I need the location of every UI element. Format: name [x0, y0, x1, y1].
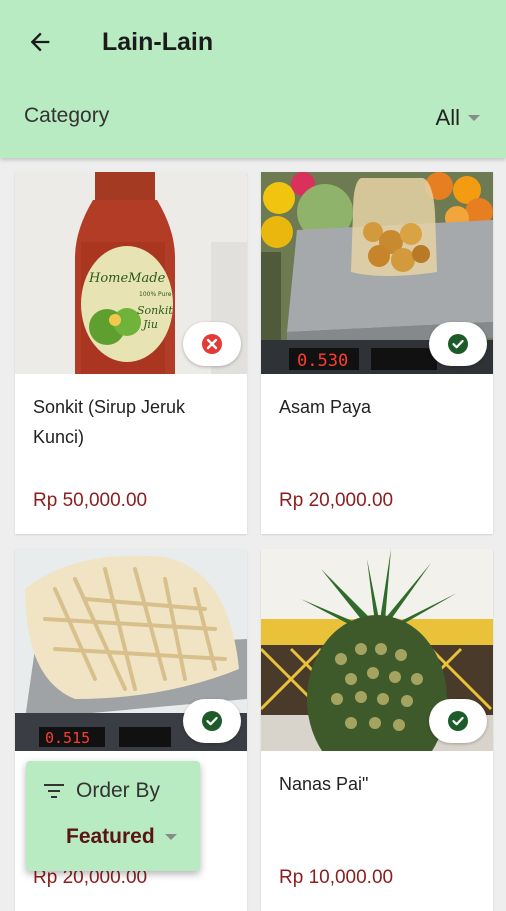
product-name: Nanas Pai" [279, 774, 369, 794]
product-price: Rp 20,000.00 [279, 490, 394, 511]
scale-reading: 0.515 [45, 729, 90, 747]
availability-badge [429, 322, 487, 366]
app-bar: Lain-Lain Category All [0, 0, 506, 158]
availability-badge [429, 699, 487, 743]
product-name: Asam Paya [279, 397, 372, 417]
product-price: Rp 50,000.00 [33, 490, 148, 511]
order-by-label: Order By [76, 779, 161, 802]
bottle-name-text: Sonkit [137, 304, 173, 317]
bottle-brand-text: HomeMade [88, 271, 166, 286]
bottle-name-text-2: Jiu [141, 318, 158, 331]
product-name: Sonkit (Sirup Jeruk Kunci) [33, 397, 186, 447]
product-card[interactable]: HomeMade 100% Pure Sonkit Jiu Sonkit (Si… [15, 172, 247, 534]
check-circle-icon [448, 334, 468, 354]
check-circle-icon [448, 711, 468, 731]
bottle-sub-text: 100% Pure [139, 291, 172, 298]
unavailable-icon [202, 334, 222, 354]
category-value: All [435, 105, 460, 130]
scale-reading: 0.530 [297, 351, 348, 371]
category-dropdown[interactable]: All [436, 102, 480, 134]
arrow-back-icon [30, 32, 50, 52]
dropdown-arrow-icon [468, 115, 480, 121]
availability-badge [183, 322, 241, 366]
availability-badge [183, 699, 241, 743]
product-card[interactable]: Nanas Pai" Rp 10,000.00 [261, 549, 493, 911]
sort-icon [44, 784, 64, 798]
order-by-panel: Order By Featured [26, 761, 200, 871]
check-circle-icon [202, 711, 222, 731]
back-button[interactable] [22, 24, 58, 60]
order-by-value: Featured [66, 825, 155, 848]
product-card[interactable]: 0.530 Asam Paya Rp 20,000.00 [261, 172, 493, 534]
product-price: Rp 10,000.00 [279, 867, 394, 888]
page-title: Lain-Lain [102, 28, 214, 56]
category-label: Category [24, 104, 110, 127]
dropdown-arrow-icon [164, 834, 177, 840]
order-by-dropdown[interactable]: Featured [66, 825, 177, 849]
